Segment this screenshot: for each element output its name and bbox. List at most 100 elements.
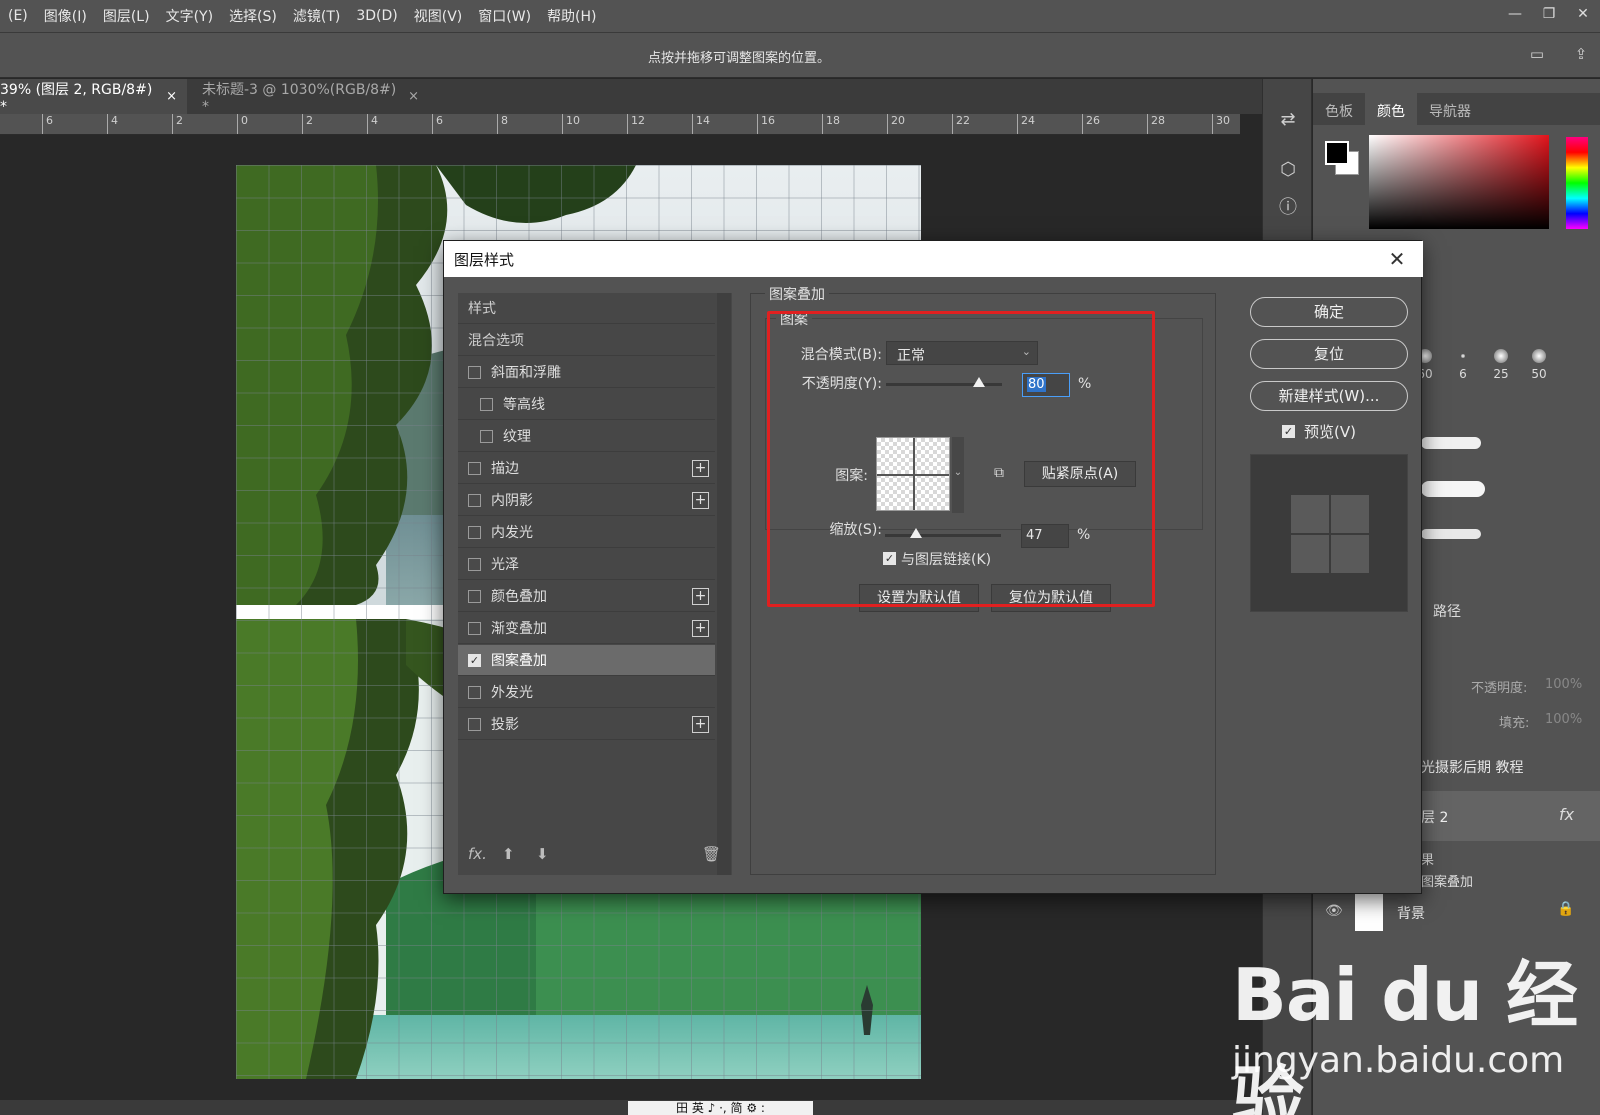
pattern-overlay-title: 图案叠加 xyxy=(765,284,829,304)
fx-menu-icon[interactable]: fx. xyxy=(468,845,487,863)
color-picker-field[interactable] xyxy=(1369,135,1549,229)
hue-slider[interactable] xyxy=(1566,137,1588,229)
style-list-header[interactable]: 样式 xyxy=(458,293,715,324)
brush-preset[interactable]: 6 xyxy=(1445,349,1481,381)
eye-icon[interactable]: 👁 xyxy=(1325,903,1343,919)
brush-preset[interactable]: 25 xyxy=(1483,349,1519,381)
style-checkbox[interactable] xyxy=(468,493,481,507)
tab-color[interactable]: 颜色 xyxy=(1365,93,1417,125)
tab-paths[interactable]: 路径 xyxy=(1433,601,1461,621)
menu-image[interactable]: 图像(I) xyxy=(36,6,95,26)
dialog-close-icon[interactable]: ✕ xyxy=(1383,245,1411,273)
style-checkbox[interactable] xyxy=(468,589,481,603)
fx-icon[interactable]: fx xyxy=(1559,805,1574,824)
style-list-scrollbar[interactable] xyxy=(717,293,731,875)
style-item[interactable]: 颜色叠加 + xyxy=(458,581,715,612)
style-item-label: 图案叠加 xyxy=(491,653,547,669)
layer-style-dialog: 图层样式 ✕ 样式 混合选项 斜面和浮雕等高线 纹理 描边 + 内阴影 + 内发光光泽颜色叠… xyxy=(443,240,1423,894)
new-style-button[interactable]: 新建样式(W)... xyxy=(1250,381,1408,411)
history-icon[interactable]: ⇄ xyxy=(1275,109,1301,135)
layer-name: 层 2 xyxy=(1421,810,1449,826)
foreground-color-swatch[interactable] xyxy=(1325,141,1349,165)
style-item[interactable]: 投影 + xyxy=(458,709,715,740)
style-item[interactable]: 内发光 xyxy=(458,517,715,548)
tab-swatches[interactable]: 色板 xyxy=(1313,93,1365,125)
style-checkbox[interactable] xyxy=(468,557,481,571)
tab-close-icon[interactable]: × xyxy=(166,89,177,104)
baidu-watermark-logo: Bai du 经验 xyxy=(1232,953,1578,1115)
info-icon[interactable]: ⓘ xyxy=(1275,193,1301,219)
menu-help[interactable]: 帮助(H) xyxy=(539,6,604,26)
menu-select[interactable]: 选择(S) xyxy=(221,6,285,26)
tab-label: 39% (图层 2, RGB/8#) * xyxy=(0,81,153,115)
3d-icon[interactable]: ⬡ xyxy=(1275,159,1301,185)
dialog-titlebar[interactable]: 图层样式 xyxy=(444,241,1423,277)
baidu-watermark-url: jingyan.baidu.com xyxy=(1232,1040,1565,1081)
brush-stroke-preview xyxy=(1421,529,1481,539)
preview-checkbox[interactable]: ✓ xyxy=(1282,425,1295,438)
move-up-icon[interactable]: ⬆ xyxy=(502,845,515,863)
style-item-label: 光泽 xyxy=(491,557,519,573)
style-item[interactable]: 光泽 xyxy=(458,549,715,580)
add-effect-icon[interactable]: + xyxy=(692,620,709,637)
menu-window[interactable]: 窗口(W) xyxy=(470,6,539,26)
add-effect-icon[interactable]: + xyxy=(692,716,709,733)
menu-type[interactable]: 文字(Y) xyxy=(158,6,221,26)
ruler-tick: 10 xyxy=(562,114,580,134)
dialog-title: 图层样式 xyxy=(454,250,515,269)
menu-layer[interactable]: 图层(L) xyxy=(95,6,158,26)
menu-edit[interactable]: (E) xyxy=(0,8,36,24)
style-item[interactable]: 等高线 xyxy=(458,389,715,420)
reset-button[interactable]: 复位 xyxy=(1250,339,1408,369)
tab-document-1[interactable]: 39% (图层 2, RGB/8#) * × xyxy=(0,79,187,115)
style-item[interactable]: 描边 + xyxy=(458,453,715,484)
add-effect-icon[interactable]: + xyxy=(692,460,709,477)
fill-value[interactable]: 100% xyxy=(1545,712,1582,727)
layer-row-background[interactable]: 👁 背景 🔒 xyxy=(1313,887,1600,937)
add-effect-icon[interactable]: + xyxy=(692,492,709,509)
blend-options-item[interactable]: 混合选项 xyxy=(458,325,715,356)
style-checkbox[interactable] xyxy=(468,525,481,539)
opacity-value[interactable]: 100% xyxy=(1545,677,1582,692)
add-effect-icon[interactable]: + xyxy=(692,588,709,605)
options-bar: 点按并拖移可调整图案的位置。 ▭ ⇪ xyxy=(0,32,1600,78)
style-list-footer: fx. ⬆ ⬇ 🗑 xyxy=(458,835,721,875)
brush-preset[interactable]: 50 xyxy=(1521,349,1557,381)
style-checkbox[interactable] xyxy=(468,685,481,699)
tab-document-2[interactable]: 未标题-3 @ 1030%(RGB/8#) * × xyxy=(194,79,429,115)
ime-toolbar[interactable]: 田 英 ♪ ·, 简 ⚙ : xyxy=(628,1101,813,1115)
menu-3d[interactable]: 3D(D) xyxy=(348,8,405,24)
tab-close-icon[interactable]: × xyxy=(408,89,419,104)
style-item[interactable]: 渐变叠加 + xyxy=(458,613,715,644)
style-item-label: 斜面和浮雕 xyxy=(491,365,561,381)
trash-icon[interactable]: 🗑 xyxy=(702,845,721,863)
style-checkbox[interactable] xyxy=(468,365,481,379)
ruler-tick: 8 xyxy=(497,114,508,134)
share-icon[interactable]: ⇪ xyxy=(1570,45,1592,65)
workspace-icon[interactable]: ▭ xyxy=(1526,45,1548,65)
style-checkbox[interactable] xyxy=(468,461,481,475)
restore-button[interactable]: ❐ xyxy=(1532,0,1566,28)
style-item[interactable]: 斜面和浮雕 xyxy=(458,357,715,388)
move-down-icon[interactable]: ⬇ xyxy=(536,845,549,863)
tab-navigator[interactable]: 导航器 xyxy=(1417,93,1483,125)
style-item[interactable]: 纹理 xyxy=(458,421,715,452)
color-panel-tabs: 色板 颜色 导航器 xyxy=(1313,93,1600,125)
menu-filter[interactable]: 滤镜(T) xyxy=(285,6,348,26)
close-window-button[interactable]: ✕ xyxy=(1566,0,1600,28)
minimize-button[interactable]: — xyxy=(1498,0,1532,28)
style-item[interactable]: 内阴影 + xyxy=(458,485,715,516)
style-item[interactable]: 外发光 xyxy=(458,677,715,708)
preview-label: 预览(V) xyxy=(1304,423,1356,441)
style-checkbox[interactable] xyxy=(468,621,481,635)
style-checkbox[interactable] xyxy=(468,717,481,731)
layer-name: 背景 xyxy=(1397,906,1425,922)
style-checkbox[interactable] xyxy=(480,397,493,411)
style-checkbox[interactable] xyxy=(480,429,493,443)
style-item[interactable]: ✓ 图案叠加 xyxy=(458,645,715,676)
menu-view[interactable]: 视图(V) xyxy=(406,6,471,26)
style-checkbox[interactable]: ✓ xyxy=(468,653,481,667)
layer-group-name[interactable]: 光摄影后期 教程 xyxy=(1421,757,1523,777)
ruler-tick: 2 xyxy=(302,114,313,134)
ok-button[interactable]: 确定 xyxy=(1250,297,1408,327)
